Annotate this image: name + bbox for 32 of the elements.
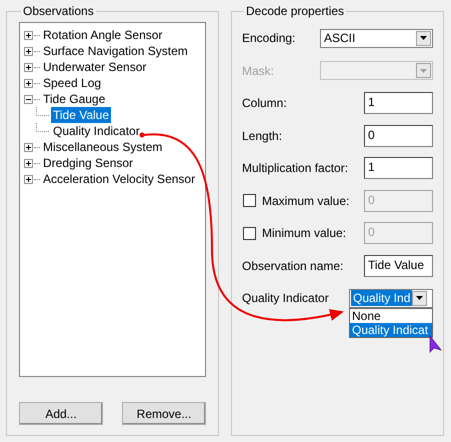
combo-box[interactable]: ASCII bbox=[320, 28, 433, 48]
field-label: Observation name: bbox=[242, 258, 344, 273]
tree-view[interactable]: Rotation Angle Sensor Surface Navigation System Underwater Sensor Speed Log Tide Gauge Tide Value Quality Indicator Miscellaneous System Dredging Sensor Acceleration Velocity Sensor bbox=[19, 22, 206, 377]
field-label: Encoding: bbox=[242, 31, 296, 46]
field-label: Column: bbox=[242, 96, 288, 110]
input-field[interactable]: 1 bbox=[364, 92, 433, 114]
tree-item[interactable]: Acceleration Velocity Sensor bbox=[41, 171, 198, 187]
field-label: Multiplication factor: bbox=[242, 161, 350, 176]
tree-item[interactable]: Underwater Sensor bbox=[41, 59, 148, 75]
push-button[interactable]: Add... bbox=[19, 402, 103, 425]
input-field[interactable]: 1 bbox=[364, 157, 433, 180]
field-label: Mask: bbox=[242, 64, 276, 78]
field-label: Maximum value: bbox=[262, 194, 350, 208]
group-title: Decode properties bbox=[245, 4, 346, 18]
field-label: Quality Indicator bbox=[242, 291, 330, 306]
tree-item[interactable]: Surface Navigation System bbox=[41, 43, 190, 59]
tree-item[interactable]: Tide Gauge bbox=[41, 91, 108, 107]
tree-item[interactable]: Rotation Angle Sensor bbox=[41, 27, 164, 43]
tree-item[interactable]: Tide Value bbox=[51, 107, 112, 123]
combo-box[interactable]: Quality Ind bbox=[349, 288, 433, 308]
dropdown-option[interactable]: Quality Indicat bbox=[350, 322, 432, 337]
input-field[interactable]: Tide Value bbox=[364, 254, 433, 277]
push-button[interactable]: Remove... bbox=[122, 402, 206, 425]
input-field[interactable]: 0 bbox=[364, 124, 433, 147]
tree-item[interactable]: Miscellaneous System bbox=[41, 139, 164, 155]
tree-item[interactable]: Dredging Sensor bbox=[41, 155, 136, 171]
field-label: Minimum value: bbox=[262, 226, 348, 240]
tree-item[interactable]: Quality Indicator bbox=[51, 123, 142, 139]
tree-item[interactable]: Speed Log bbox=[41, 75, 104, 91]
group-title: Observations bbox=[22, 4, 95, 18]
field-label: Length: bbox=[242, 128, 284, 143]
dropdown-option[interactable]: None bbox=[350, 308, 432, 323]
